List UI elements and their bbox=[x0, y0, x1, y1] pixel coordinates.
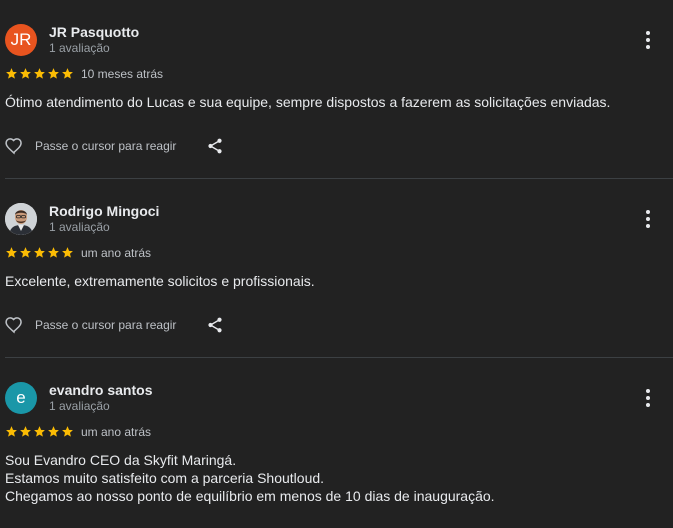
react-hint: Passe o cursor para reagir bbox=[35, 139, 177, 153]
avatar[interactable] bbox=[5, 203, 37, 235]
review-time: um ano atrás bbox=[81, 246, 152, 260]
review-text: Excelente, extremamente solicitos e prof… bbox=[5, 273, 315, 289]
avatar-initials: JR bbox=[10, 30, 32, 49]
star-icon bbox=[34, 247, 45, 258]
review-count: 1 avaliação bbox=[49, 41, 110, 55]
avatar-initials: e bbox=[16, 388, 26, 407]
share-icon[interactable] bbox=[206, 316, 224, 334]
reviewer-name[interactable]: JR Pasquotto bbox=[49, 24, 139, 40]
star-icon bbox=[6, 426, 17, 437]
star-icon bbox=[6, 68, 17, 79]
review-time: um ano atrás bbox=[81, 425, 152, 439]
avatar[interactable]: e bbox=[5, 382, 37, 414]
review-text: Ótimo atendimento do Lucas e sua equipe,… bbox=[5, 94, 611, 110]
heart-icon[interactable] bbox=[4, 136, 24, 156]
star-icon bbox=[20, 426, 31, 437]
review-count: 1 avaliação bbox=[49, 220, 110, 234]
more-options-button[interactable] bbox=[640, 208, 656, 230]
star-icon bbox=[62, 68, 73, 79]
star-rating bbox=[5, 67, 74, 80]
review-count: 1 avaliação bbox=[49, 399, 110, 413]
review-card: JR JR Pasquotto 1 avaliação 10 meses atr… bbox=[0, 0, 673, 179]
share-icon[interactable] bbox=[206, 137, 224, 155]
star-icon bbox=[34, 426, 45, 437]
review-card: Rodrigo Mingoci 1 avaliação um ano atrás… bbox=[0, 179, 673, 358]
reviewer-name[interactable]: evandro santos bbox=[49, 382, 152, 398]
star-icon bbox=[48, 247, 59, 258]
review-time: 10 meses atrás bbox=[81, 67, 164, 81]
heart-icon[interactable] bbox=[4, 315, 24, 335]
more-options-button[interactable] bbox=[640, 29, 656, 51]
reviewer-name[interactable]: Rodrigo Mingoci bbox=[49, 203, 159, 219]
star-icon bbox=[48, 68, 59, 79]
profile-photo-icon bbox=[5, 203, 37, 235]
review-card: e evandro santos 1 avaliação um ano atrá… bbox=[0, 358, 673, 528]
star-icon bbox=[62, 426, 73, 437]
star-icon bbox=[20, 247, 31, 258]
react-hint: Passe o cursor para reagir bbox=[35, 318, 177, 332]
more-options-button[interactable] bbox=[640, 387, 656, 409]
star-icon bbox=[20, 68, 31, 79]
star-rating bbox=[5, 425, 74, 438]
review-text: Sou Evandro CEO da Skyfit Maringá. Estam… bbox=[5, 452, 495, 504]
star-icon bbox=[34, 68, 45, 79]
star-icon bbox=[62, 247, 73, 258]
star-icon bbox=[6, 247, 17, 258]
avatar[interactable]: JR bbox=[5, 24, 37, 56]
star-icon bbox=[48, 426, 59, 437]
star-rating bbox=[5, 246, 74, 259]
